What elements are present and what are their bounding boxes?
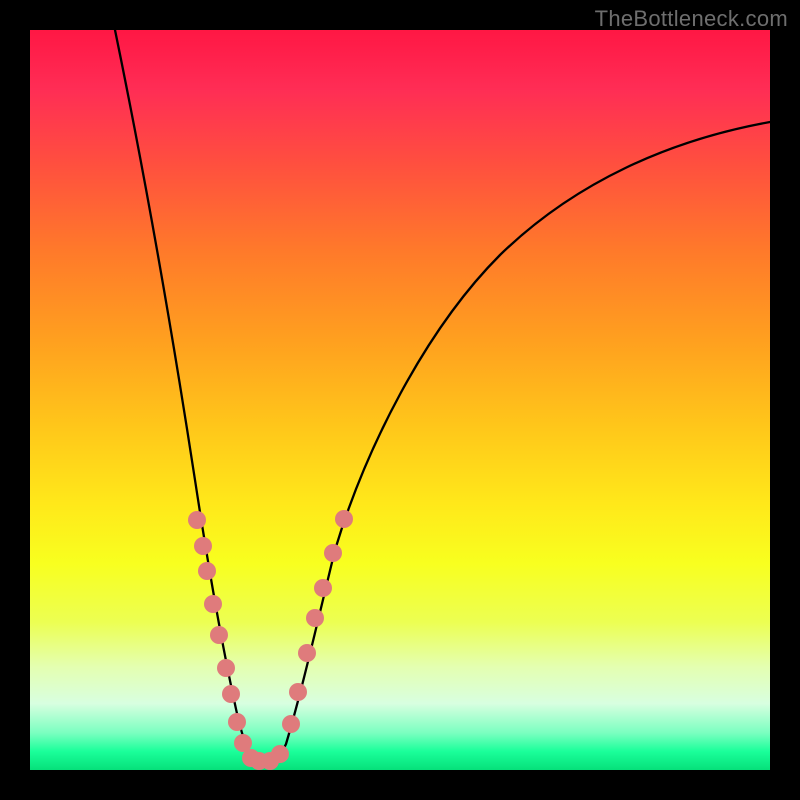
- curve-marker: [314, 579, 332, 597]
- curve-marker: [188, 511, 206, 529]
- curve-marker: [222, 685, 240, 703]
- curve-marker: [306, 609, 324, 627]
- curve-marker: [204, 595, 222, 613]
- curve-marker: [210, 626, 228, 644]
- curve-marker: [298, 644, 316, 662]
- watermark-text: TheBottleneck.com: [595, 6, 788, 32]
- curve-marker: [217, 659, 235, 677]
- bottleneck-curve: [115, 30, 770, 763]
- curve-markers-group: [188, 510, 353, 770]
- curve-layer: [30, 30, 770, 770]
- chart-container: TheBottleneck.com: [0, 0, 800, 800]
- curve-marker: [194, 537, 212, 555]
- curve-marker: [289, 683, 307, 701]
- curve-marker: [271, 745, 289, 763]
- plot-area: [30, 30, 770, 770]
- curve-marker: [324, 544, 342, 562]
- curve-marker: [228, 713, 246, 731]
- curve-marker: [335, 510, 353, 528]
- curve-marker: [198, 562, 216, 580]
- curve-marker: [282, 715, 300, 733]
